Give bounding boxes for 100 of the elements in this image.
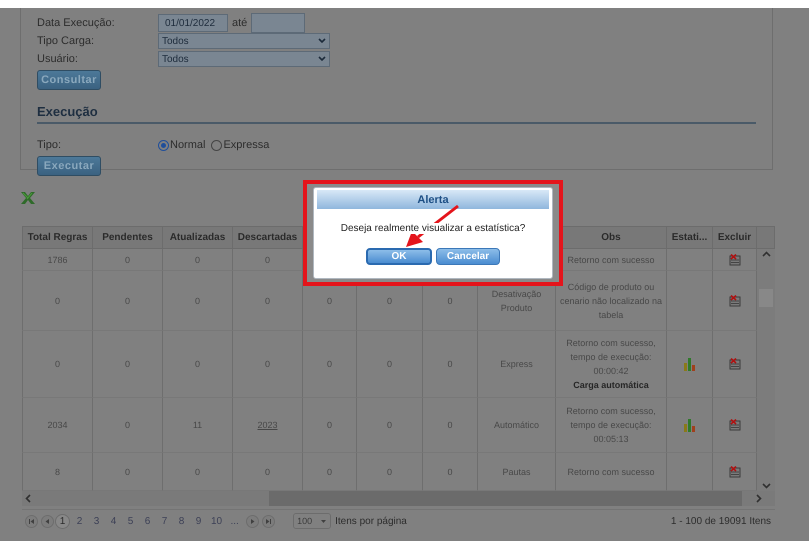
bar-chart-icon[interactable] xyxy=(683,418,696,432)
scroll-down-icon[interactable] xyxy=(762,483,770,489)
last-icon xyxy=(265,518,272,524)
delete-icon[interactable] xyxy=(728,466,740,478)
page-size-select[interactable]: 100 xyxy=(293,513,332,529)
horizontal-scrollbar[interactable] xyxy=(22,491,775,506)
table-cell-text: 0 xyxy=(54,294,60,308)
first-page-button[interactable] xyxy=(25,514,38,528)
obs-text: Retorno com sucesso, tempo de execução: 00:00:42 xyxy=(565,337,657,378)
dialog-button[interactable]: OK xyxy=(366,248,432,265)
table-cell-text: 0 xyxy=(386,419,392,432)
table-cell-text: Pautas xyxy=(502,466,531,478)
consult-button[interactable]: Consultar xyxy=(37,70,101,90)
items-summary: 1 - 100 de 19091 Itens xyxy=(670,516,772,526)
bar-chart-icon[interactable] xyxy=(683,357,696,371)
page-link[interactable]: 8 xyxy=(174,514,189,528)
table-cell-text: 0 xyxy=(264,358,270,371)
page-link[interactable]: 5 xyxy=(123,514,138,528)
table-cell-text: 0 xyxy=(194,466,200,478)
delete-icon[interactable] xyxy=(728,419,740,431)
first-icon xyxy=(28,518,35,524)
spreadsheet-icon[interactable] xyxy=(20,191,36,205)
table-cell-text: 0 xyxy=(124,294,130,308)
select-field[interactable]: Todos xyxy=(158,51,330,67)
table-cell-text: 0 xyxy=(264,294,270,308)
dialog-message: Deseja realmente visualizar a estatística? xyxy=(340,223,526,234)
table-cell-text: Desativação Produto xyxy=(490,288,542,314)
radio-option[interactable]: Expressa xyxy=(211,139,270,151)
delete-icon[interactable] xyxy=(728,254,740,266)
page-link[interactable]: 9 xyxy=(191,514,206,528)
table-cell-text: 0 xyxy=(447,358,452,371)
column-header: Estati... xyxy=(667,226,713,249)
select-field[interactable]: Todos xyxy=(158,33,330,49)
table-cell-text: 1786 xyxy=(47,254,68,266)
delete-icon[interactable] xyxy=(728,358,740,370)
table-cell-text: Automático xyxy=(494,419,540,432)
field-label: Usuário: xyxy=(37,53,79,65)
column-header: Total Regras xyxy=(22,226,93,249)
table-cell-text: 0 xyxy=(447,294,452,308)
section-heading: Execução xyxy=(37,104,756,124)
table-cell-text: 0 xyxy=(386,294,392,308)
date-field[interactable] xyxy=(251,13,306,33)
table-cell-text: 0 xyxy=(386,466,392,478)
page-link[interactable]: 3 xyxy=(89,514,104,528)
caret-icon xyxy=(320,518,328,524)
next-icon xyxy=(249,518,256,524)
field-label: Tipo Carga: xyxy=(37,35,96,47)
table-cell-text: 0 xyxy=(194,358,200,371)
page-link[interactable]: 1 xyxy=(55,514,70,528)
previous-icon xyxy=(44,518,51,524)
table-cell-text: 11 xyxy=(192,419,202,432)
table-cell-text: 0 xyxy=(326,419,332,432)
column-header: Descartadas xyxy=(233,226,303,249)
table-cell-text: 0 xyxy=(124,358,130,371)
previous-page-button[interactable] xyxy=(41,514,54,528)
next-page-button[interactable] xyxy=(246,514,260,528)
table-cell-text: 0 xyxy=(386,358,392,371)
table-cell-text: 8 xyxy=(54,466,60,478)
dialog-title: Alerta xyxy=(317,190,549,209)
scroll-right-icon[interactable] xyxy=(756,494,762,503)
table-link[interactable]: 2023 xyxy=(257,418,278,432)
table-cell-text: Express xyxy=(500,358,533,371)
table-cell-text: 2034 xyxy=(47,419,68,432)
scroll-left-icon[interactable] xyxy=(25,494,31,503)
caret-icon xyxy=(318,56,326,62)
table-cell-text: 0 xyxy=(54,358,60,371)
radio-option[interactable]: Normal xyxy=(158,139,206,151)
table-cell-text: 0 xyxy=(124,254,130,266)
column-header: Excluir xyxy=(713,226,757,249)
date-field[interactable]: 01/01/2022 xyxy=(158,14,228,32)
caret-icon xyxy=(318,38,326,44)
last-page-button[interactable] xyxy=(262,514,276,528)
field-label: Tipo: xyxy=(37,139,62,151)
obs-text: Código de produto ou cenario não localizado na tabela xyxy=(559,280,663,322)
table-cell-text: 0 xyxy=(124,419,130,432)
table-cell-text: 0 xyxy=(326,294,332,308)
table-cell-text: 0 xyxy=(194,254,200,266)
page-link[interactable]: 10 xyxy=(208,514,226,528)
obs-text: Retorno com sucesso xyxy=(567,466,655,478)
table-cell-text: 0 xyxy=(194,294,200,308)
table-cell-text: 0 xyxy=(124,466,130,478)
page-link[interactable]: ... xyxy=(227,514,242,528)
execute-button[interactable]: Executar xyxy=(37,156,101,176)
table-cell-text: 0 xyxy=(264,254,270,266)
obs-text: Retorno com sucesso xyxy=(567,254,655,266)
table-cell-text: 0 xyxy=(326,466,332,478)
scroll-up-icon[interactable] xyxy=(762,251,770,257)
column-header: Atualizadas xyxy=(163,226,233,249)
field-label: Data Execução: xyxy=(37,17,116,29)
table-cell-text: 0 xyxy=(326,358,332,371)
page-link[interactable]: 4 xyxy=(106,514,121,528)
delete-icon[interactable] xyxy=(728,294,740,306)
obs-text: Retorno com sucesso, tempo de execução: 00:05:13 xyxy=(565,405,657,446)
page-link[interactable]: 6 xyxy=(140,514,155,528)
page-link[interactable]: 7 xyxy=(157,514,172,528)
table-cell-text: 0 xyxy=(447,419,452,432)
page-link[interactable]: 2 xyxy=(72,514,87,528)
page-size-label: Itens por página xyxy=(335,516,407,526)
vertical-scrollbar[interactable] xyxy=(757,249,775,491)
dialog-button[interactable]: Cancelar xyxy=(436,248,500,265)
